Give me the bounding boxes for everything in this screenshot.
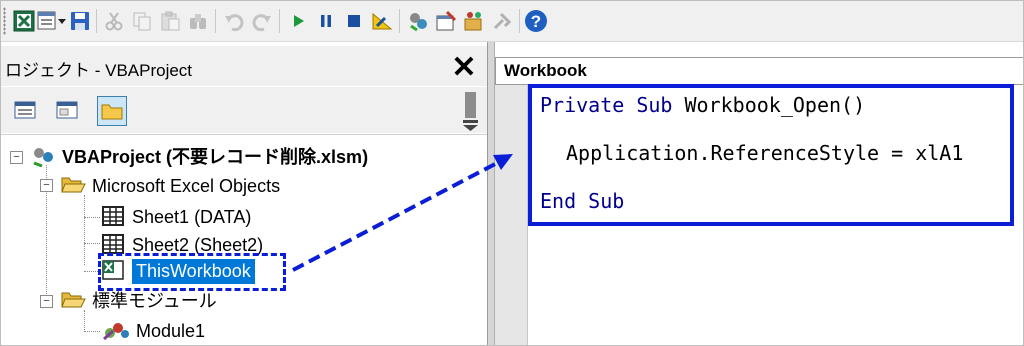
annotation-arrow <box>292 154 513 272</box>
vbe-window: ? ロジェクト - VBAProject ✕ − VBAProject (不要レ… <box>0 0 1024 346</box>
